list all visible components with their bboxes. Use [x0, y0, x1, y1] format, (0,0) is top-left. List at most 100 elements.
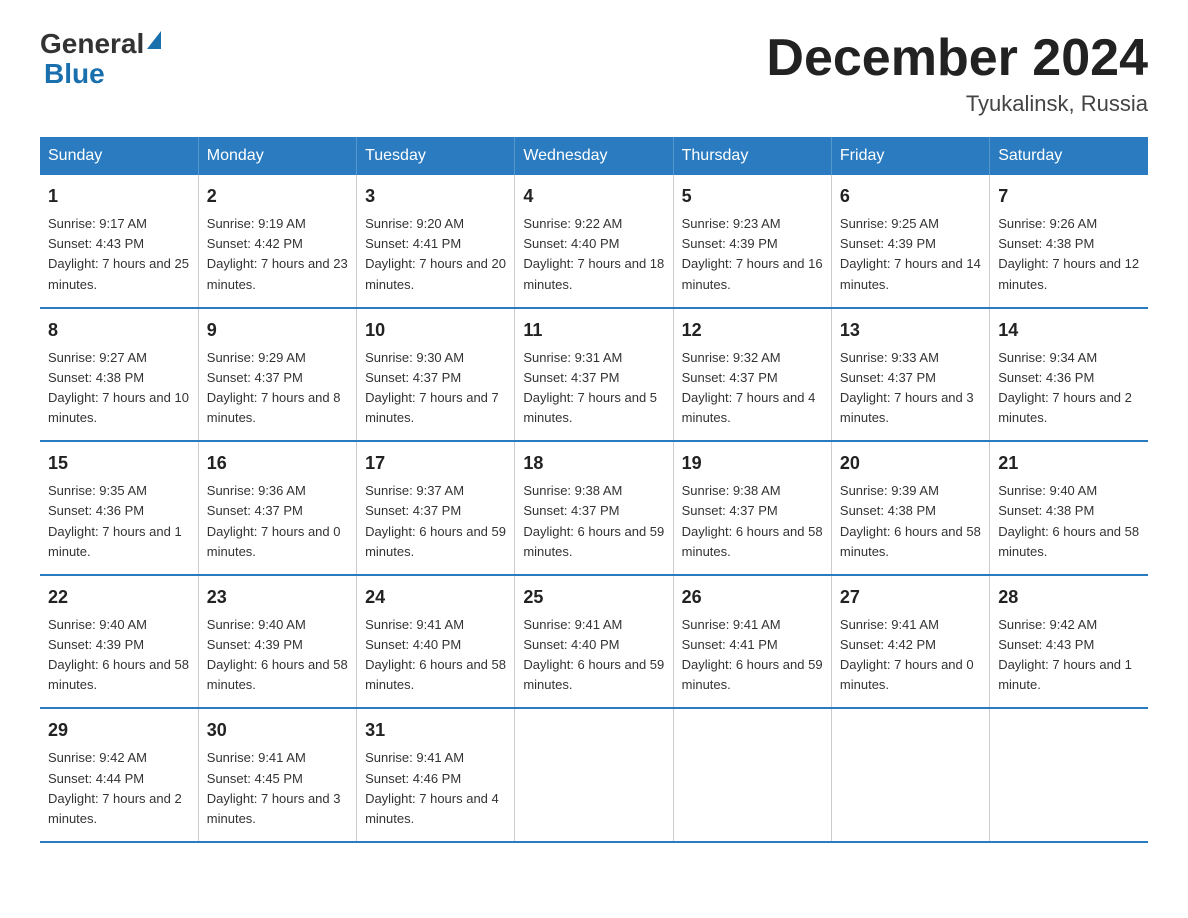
day-info: Sunrise: 9:40 AM Sunset: 4:39 PM Dayligh…: [207, 615, 348, 696]
day-info: Sunrise: 9:41 AM Sunset: 4:40 PM Dayligh…: [365, 615, 506, 696]
calendar-cell: 30 Sunrise: 9:41 AM Sunset: 4:45 PM Dayl…: [198, 708, 356, 842]
day-number: 24: [365, 584, 506, 611]
day-number: 19: [682, 450, 823, 477]
header-wednesday: Wednesday: [515, 137, 673, 175]
day-number: 8: [48, 317, 190, 344]
day-number: 30: [207, 717, 348, 744]
calendar-cell: 27 Sunrise: 9:41 AM Sunset: 4:42 PM Dayl…: [831, 575, 989, 709]
day-info: Sunrise: 9:42 AM Sunset: 4:44 PM Dayligh…: [48, 748, 190, 829]
day-number: 13: [840, 317, 981, 344]
day-info: Sunrise: 9:23 AM Sunset: 4:39 PM Dayligh…: [682, 214, 823, 295]
header-monday: Monday: [198, 137, 356, 175]
day-info: Sunrise: 9:17 AM Sunset: 4:43 PM Dayligh…: [48, 214, 190, 295]
day-info: Sunrise: 9:27 AM Sunset: 4:38 PM Dayligh…: [48, 348, 190, 429]
calendar-cell: 1 Sunrise: 9:17 AM Sunset: 4:43 PM Dayli…: [40, 175, 198, 308]
day-info: Sunrise: 9:41 AM Sunset: 4:42 PM Dayligh…: [840, 615, 981, 696]
day-number: 23: [207, 584, 348, 611]
calendar-cell: 17 Sunrise: 9:37 AM Sunset: 4:37 PM Dayl…: [357, 441, 515, 575]
day-number: 25: [523, 584, 664, 611]
calendar-cell: 28 Sunrise: 9:42 AM Sunset: 4:43 PM Dayl…: [990, 575, 1148, 709]
header-thursday: Thursday: [673, 137, 831, 175]
calendar-cell: 5 Sunrise: 9:23 AM Sunset: 4:39 PM Dayli…: [673, 175, 831, 308]
calendar-cell: 20 Sunrise: 9:39 AM Sunset: 4:38 PM Dayl…: [831, 441, 989, 575]
calendar-cell: 29 Sunrise: 9:42 AM Sunset: 4:44 PM Dayl…: [40, 708, 198, 842]
day-number: 7: [998, 183, 1140, 210]
day-number: 12: [682, 317, 823, 344]
day-number: 2: [207, 183, 348, 210]
calendar-cell: 31 Sunrise: 9:41 AM Sunset: 4:46 PM Dayl…: [357, 708, 515, 842]
header-tuesday: Tuesday: [357, 137, 515, 175]
day-number: 11: [523, 317, 664, 344]
day-info: Sunrise: 9:38 AM Sunset: 4:37 PM Dayligh…: [682, 481, 823, 562]
day-info: Sunrise: 9:37 AM Sunset: 4:37 PM Dayligh…: [365, 481, 506, 562]
calendar-cell: 10 Sunrise: 9:30 AM Sunset: 4:37 PM Dayl…: [357, 308, 515, 442]
day-info: Sunrise: 9:39 AM Sunset: 4:38 PM Dayligh…: [840, 481, 981, 562]
calendar-week-2: 8 Sunrise: 9:27 AM Sunset: 4:38 PM Dayli…: [40, 308, 1148, 442]
logo-blue-text: Blue: [44, 58, 105, 89]
day-info: Sunrise: 9:38 AM Sunset: 4:37 PM Dayligh…: [523, 481, 664, 562]
calendar-cell: 12 Sunrise: 9:32 AM Sunset: 4:37 PM Dayl…: [673, 308, 831, 442]
calendar-table: Sunday Monday Tuesday Wednesday Thursday…: [40, 137, 1148, 843]
day-info: Sunrise: 9:41 AM Sunset: 4:40 PM Dayligh…: [523, 615, 664, 696]
day-info: Sunrise: 9:40 AM Sunset: 4:38 PM Dayligh…: [998, 481, 1140, 562]
day-info: Sunrise: 9:35 AM Sunset: 4:36 PM Dayligh…: [48, 481, 190, 562]
calendar-cell: 2 Sunrise: 9:19 AM Sunset: 4:42 PM Dayli…: [198, 175, 356, 308]
day-info: Sunrise: 9:41 AM Sunset: 4:45 PM Dayligh…: [207, 748, 348, 829]
day-info: Sunrise: 9:26 AM Sunset: 4:38 PM Dayligh…: [998, 214, 1140, 295]
day-number: 4: [523, 183, 664, 210]
header-saturday: Saturday: [990, 137, 1148, 175]
location: Tyukalinsk, Russia: [766, 91, 1148, 117]
calendar-cell: 25 Sunrise: 9:41 AM Sunset: 4:40 PM Dayl…: [515, 575, 673, 709]
logo-flag-icon: [147, 31, 161, 49]
day-number: 18: [523, 450, 664, 477]
day-number: 21: [998, 450, 1140, 477]
calendar-cell: 26 Sunrise: 9:41 AM Sunset: 4:41 PM Dayl…: [673, 575, 831, 709]
day-info: Sunrise: 9:41 AM Sunset: 4:41 PM Dayligh…: [682, 615, 823, 696]
calendar-cell: [673, 708, 831, 842]
calendar-cell: 3 Sunrise: 9:20 AM Sunset: 4:41 PM Dayli…: [357, 175, 515, 308]
calendar-cell: 4 Sunrise: 9:22 AM Sunset: 4:40 PM Dayli…: [515, 175, 673, 308]
calendar-cell: 6 Sunrise: 9:25 AM Sunset: 4:39 PM Dayli…: [831, 175, 989, 308]
day-info: Sunrise: 9:20 AM Sunset: 4:41 PM Dayligh…: [365, 214, 506, 295]
day-number: 10: [365, 317, 506, 344]
day-info: Sunrise: 9:40 AM Sunset: 4:39 PM Dayligh…: [48, 615, 190, 696]
calendar-cell: 15 Sunrise: 9:35 AM Sunset: 4:36 PM Dayl…: [40, 441, 198, 575]
logo: General Blue: [40, 30, 164, 90]
calendar-cell: [831, 708, 989, 842]
day-number: 6: [840, 183, 981, 210]
calendar-cell: 11 Sunrise: 9:31 AM Sunset: 4:37 PM Dayl…: [515, 308, 673, 442]
day-number: 5: [682, 183, 823, 210]
calendar-cell: 13 Sunrise: 9:33 AM Sunset: 4:37 PM Dayl…: [831, 308, 989, 442]
day-number: 27: [840, 584, 981, 611]
calendar-cell: 16 Sunrise: 9:36 AM Sunset: 4:37 PM Dayl…: [198, 441, 356, 575]
calendar-cell: 19 Sunrise: 9:38 AM Sunset: 4:37 PM Dayl…: [673, 441, 831, 575]
day-number: 29: [48, 717, 190, 744]
title-area: December 2024 Tyukalinsk, Russia: [766, 30, 1148, 117]
day-info: Sunrise: 9:29 AM Sunset: 4:37 PM Dayligh…: [207, 348, 348, 429]
day-info: Sunrise: 9:30 AM Sunset: 4:37 PM Dayligh…: [365, 348, 506, 429]
month-title: December 2024: [766, 30, 1148, 87]
day-number: 3: [365, 183, 506, 210]
day-number: 26: [682, 584, 823, 611]
day-info: Sunrise: 9:41 AM Sunset: 4:46 PM Dayligh…: [365, 748, 506, 829]
calendar-cell: 21 Sunrise: 9:40 AM Sunset: 4:38 PM Dayl…: [990, 441, 1148, 575]
calendar-cell: [990, 708, 1148, 842]
day-info: Sunrise: 9:32 AM Sunset: 4:37 PM Dayligh…: [682, 348, 823, 429]
page-header: General Blue December 2024 Tyukalinsk, R…: [40, 30, 1148, 117]
day-number: 31: [365, 717, 506, 744]
day-number: 1: [48, 183, 190, 210]
calendar-cell: [515, 708, 673, 842]
calendar-cell: 22 Sunrise: 9:40 AM Sunset: 4:39 PM Dayl…: [40, 575, 198, 709]
day-info: Sunrise: 9:31 AM Sunset: 4:37 PM Dayligh…: [523, 348, 664, 429]
day-number: 16: [207, 450, 348, 477]
day-info: Sunrise: 9:25 AM Sunset: 4:39 PM Dayligh…: [840, 214, 981, 295]
day-number: 20: [840, 450, 981, 477]
calendar-cell: 24 Sunrise: 9:41 AM Sunset: 4:40 PM Dayl…: [357, 575, 515, 709]
day-number: 9: [207, 317, 348, 344]
calendar-week-3: 15 Sunrise: 9:35 AM Sunset: 4:36 PM Dayl…: [40, 441, 1148, 575]
day-info: Sunrise: 9:19 AM Sunset: 4:42 PM Dayligh…: [207, 214, 348, 295]
calendar-week-1: 1 Sunrise: 9:17 AM Sunset: 4:43 PM Dayli…: [40, 175, 1148, 308]
calendar-cell: 7 Sunrise: 9:26 AM Sunset: 4:38 PM Dayli…: [990, 175, 1148, 308]
header-sunday: Sunday: [40, 137, 198, 175]
calendar-week-5: 29 Sunrise: 9:42 AM Sunset: 4:44 PM Dayl…: [40, 708, 1148, 842]
